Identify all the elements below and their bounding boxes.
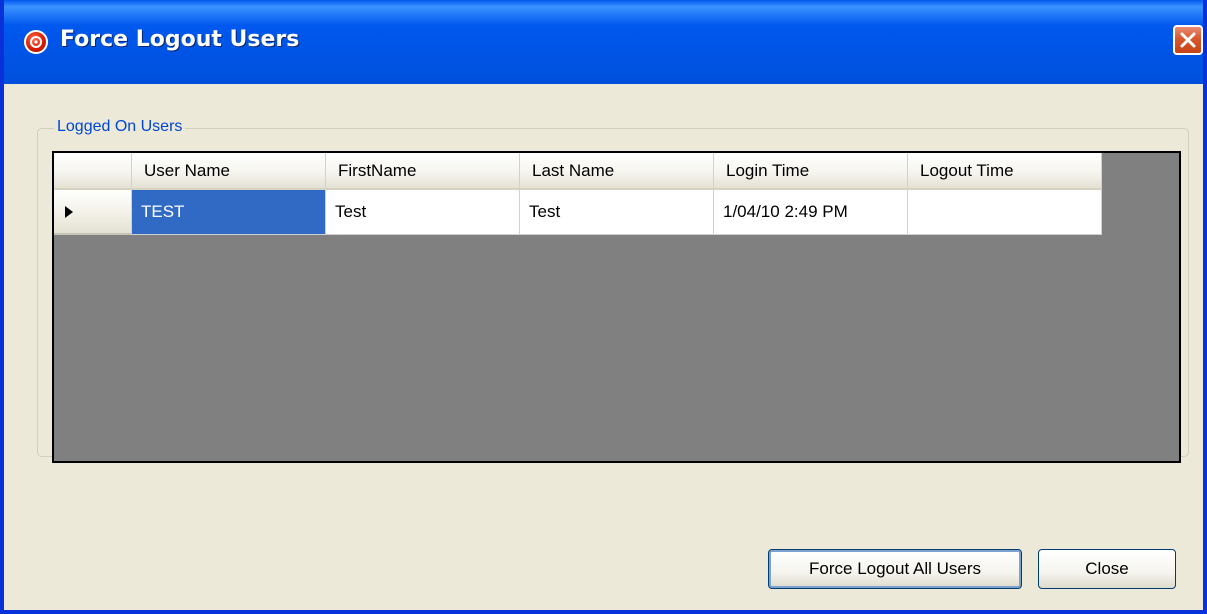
column-header-logout-time[interactable]: Logout Time	[908, 153, 1102, 190]
column-header-user-name[interactable]: User Name	[132, 153, 326, 190]
force-logout-dialog: Force Logout Users Logged On Users User …	[0, 0, 1207, 614]
cell-first-name[interactable]: Test	[326, 190, 520, 235]
force-logout-all-button[interactable]: Force Logout All Users	[768, 549, 1022, 589]
cell-login-time[interactable]: 1/04/10 2:49 PM	[714, 190, 908, 235]
app-logo-icon	[24, 30, 48, 54]
users-grid[interactable]: User Name FirstName Last Name Login Time…	[52, 151, 1181, 463]
cell-user-name[interactable]: TEST	[132, 190, 326, 235]
column-header-first-name[interactable]: FirstName	[326, 153, 520, 190]
close-icon	[1180, 32, 1196, 48]
close-button[interactable]: Close	[1038, 549, 1176, 589]
title-bar[interactable]: Force Logout Users	[4, 0, 1203, 84]
window-title: Force Logout Users	[60, 27, 300, 52]
group-legend: Logged On Users	[54, 118, 186, 136]
dialog-content: Logged On Users User Name FirstName Last…	[4, 84, 1203, 610]
column-header-last-name[interactable]: Last Name	[520, 153, 714, 190]
table-row[interactable]: TEST Test Test 1/04/10 2:49 PM	[54, 190, 1102, 235]
grid-corner-header[interactable]	[54, 153, 132, 190]
grid-header-row: User Name FirstName Last Name Login Time…	[54, 153, 1102, 190]
close-window-button[interactable]	[1173, 25, 1203, 55]
column-header-login-time[interactable]: Login Time	[714, 153, 908, 190]
current-row-arrow-icon	[65, 206, 73, 218]
cell-logout-time[interactable]	[908, 190, 1102, 235]
row-header[interactable]	[54, 190, 132, 235]
cell-last-name[interactable]: Test	[520, 190, 714, 235]
